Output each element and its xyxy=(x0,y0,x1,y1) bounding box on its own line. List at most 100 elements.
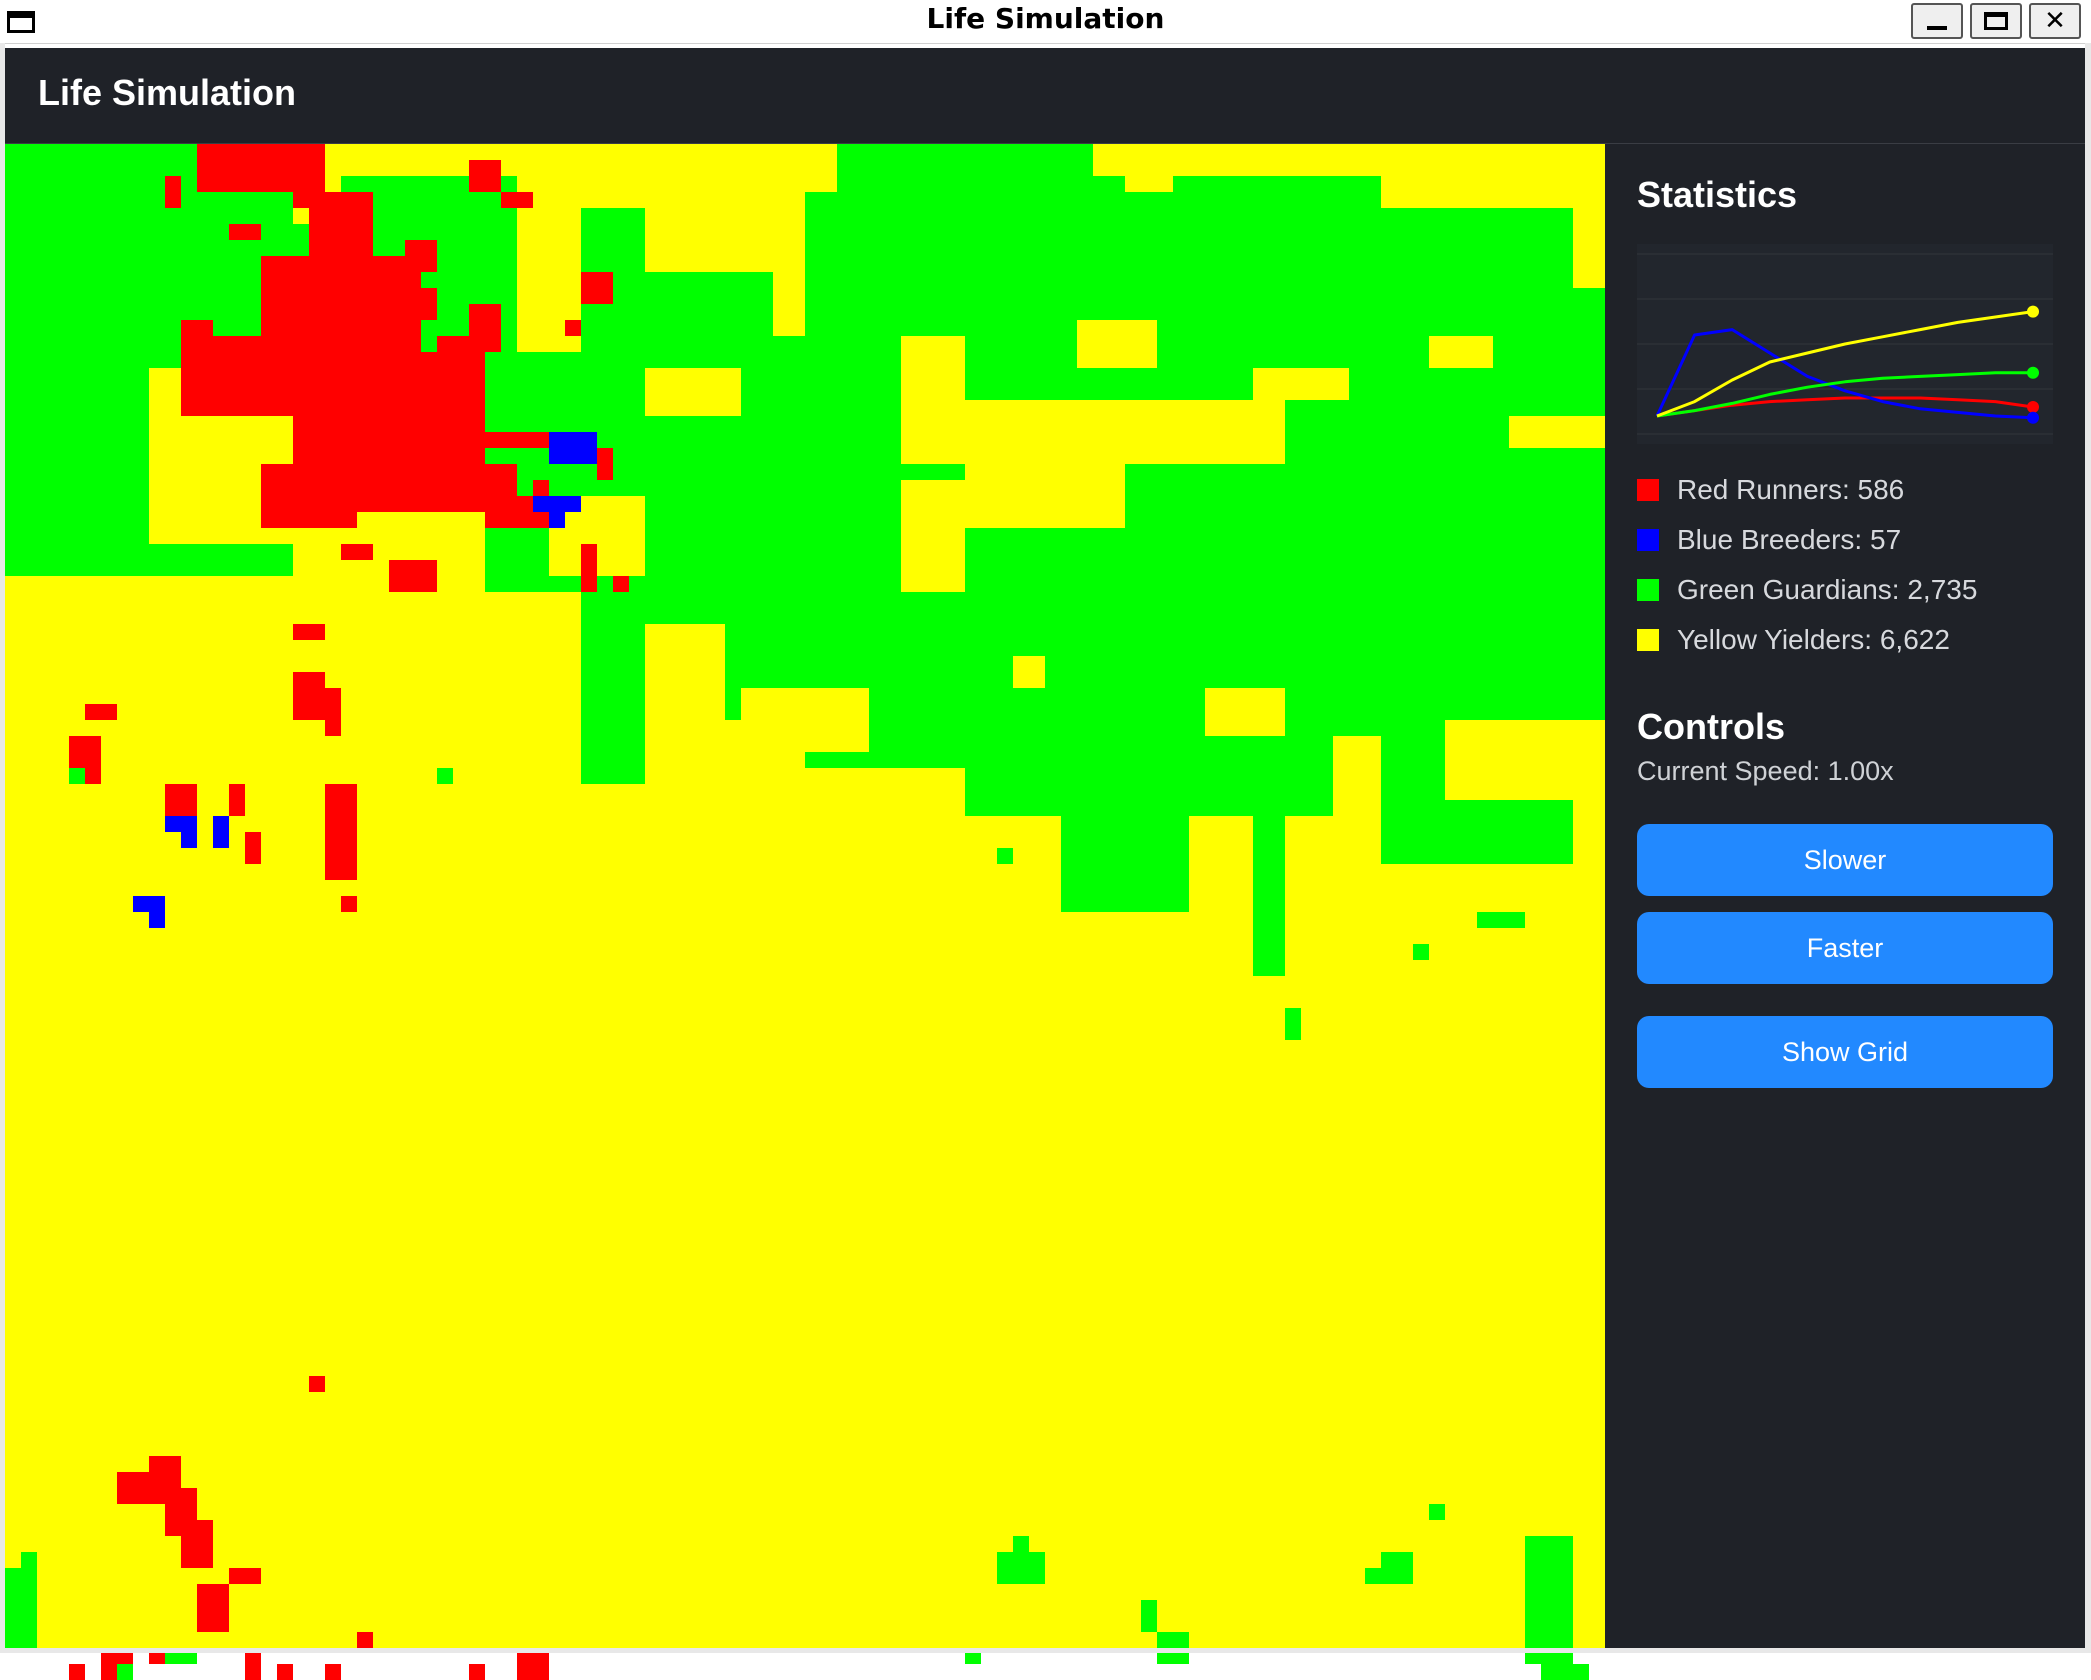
app-header: Life Simulation xyxy=(5,48,2085,144)
red-cell-cluster xyxy=(261,464,357,528)
red-cell-cluster xyxy=(469,1664,485,1680)
green-cell-cluster xyxy=(5,1568,37,1648)
blue-cell-cluster xyxy=(213,816,229,848)
series-endpoint-red-runners xyxy=(2027,401,2039,413)
maximize-icon xyxy=(1984,12,2008,30)
red-cell-cluster xyxy=(565,320,581,336)
window-titlebar: Life Simulation ✕ xyxy=(0,0,2091,44)
green-cell-cluster xyxy=(1061,816,1189,912)
green-cell-cluster xyxy=(1253,880,1285,912)
green-guardians-count: Green Guardians: 2,735 xyxy=(1677,574,1978,605)
green-cell-cluster xyxy=(1429,1504,1445,1520)
red-cell-cluster xyxy=(293,192,373,208)
sidebar: Statistics Red Runners: 586 Blue Breeder… xyxy=(1605,144,2085,1648)
green-cell-cluster xyxy=(1541,1664,1589,1680)
green-swatch xyxy=(1637,579,1659,601)
yellow-cell-cluster xyxy=(1205,688,1285,736)
blue-cell-cluster xyxy=(133,896,165,912)
green-cell-cluster xyxy=(1093,208,1573,288)
green-cell-cluster xyxy=(21,1552,37,1568)
red-cell-cluster xyxy=(293,624,325,640)
blue-cell-cluster xyxy=(181,832,197,848)
series-line-green-guardians xyxy=(1656,371,2033,418)
green-cell-cluster xyxy=(1381,1552,1413,1584)
red-cell-cluster xyxy=(613,576,629,592)
series-endpoint-yellow-yielders xyxy=(2027,305,2039,318)
series-endpoint-green-guardians xyxy=(2027,366,2039,379)
red-cell-cluster xyxy=(485,496,533,528)
red-cell-cluster xyxy=(325,688,341,736)
close-button[interactable]: ✕ xyxy=(2029,3,2081,39)
statistics-title: Statistics xyxy=(1637,174,1798,215)
yellow-cell-cluster xyxy=(421,784,533,832)
legend-green-guardians: Green Guardians: 2,735 xyxy=(1637,570,1977,610)
red-cell-cluster xyxy=(581,272,613,304)
red-swatch xyxy=(1637,479,1659,501)
simulation-grid[interactable] xyxy=(5,144,1621,1680)
window-right-border xyxy=(2085,43,2091,1653)
green-cell-cluster xyxy=(1029,704,1125,800)
red-cell-cluster xyxy=(341,544,373,560)
yellow-cell-cluster xyxy=(1333,736,1381,816)
yellow-cell-cluster xyxy=(1125,144,1173,192)
slower-button[interactable]: Slower xyxy=(1637,824,2053,896)
current-speed: Current Speed: 1.00x xyxy=(1637,756,1894,786)
green-cell-cluster xyxy=(997,848,1013,864)
red-cell-cluster xyxy=(293,672,325,720)
yellow-cell-cluster xyxy=(645,368,741,416)
green-cell-cluster xyxy=(1381,336,1605,576)
red-cell-cluster xyxy=(581,544,597,592)
minimize-button[interactable] xyxy=(1911,3,1963,39)
green-cell-cluster xyxy=(1365,1568,1381,1584)
blue-cell-cluster xyxy=(549,432,597,464)
legend-blue-breeders: Blue Breeders: 57 xyxy=(1637,520,1901,560)
population-chart xyxy=(1637,244,2053,444)
red-cell-cluster xyxy=(405,240,437,272)
yellow-cell-cluster xyxy=(1253,368,1349,400)
close-icon: ✕ xyxy=(2044,6,2066,36)
legend-red-runners: Red Runners: 586 xyxy=(1637,470,1904,510)
yellow-cell-cluster xyxy=(1413,160,1477,192)
yellow-cell-cluster xyxy=(1429,336,1493,368)
red-cell-cluster xyxy=(85,704,117,720)
blue-cell-cluster xyxy=(549,512,565,528)
minimize-icon xyxy=(1927,26,1947,30)
window-title: Life Simulation xyxy=(926,2,1165,35)
blue-cell-cluster xyxy=(165,816,197,832)
red-cell-cluster xyxy=(165,784,197,816)
window-bottom-border xyxy=(0,1648,2091,1653)
red-cell-cluster xyxy=(501,192,533,208)
app-title: Life Simulation xyxy=(38,72,297,113)
red-cell-cluster xyxy=(421,464,517,496)
green-cell-cluster xyxy=(1141,1600,1157,1632)
show-grid-button[interactable]: Show Grid xyxy=(1637,1016,2053,1088)
red-cell-cluster xyxy=(229,224,261,240)
controls-title: Controls xyxy=(1637,706,1785,747)
green-cell-cluster xyxy=(1285,1008,1301,1040)
legend-yellow-yielders: Yellow Yielders: 6,622 xyxy=(1637,620,1950,660)
yellow-cell-cluster xyxy=(789,144,837,192)
faster-button[interactable]: Faster xyxy=(1637,912,2053,984)
red-cell-cluster xyxy=(309,1376,325,1392)
red-cell-cluster xyxy=(357,1632,373,1648)
green-cell-cluster xyxy=(437,768,453,784)
red-cell-cluster xyxy=(469,160,501,192)
red-cell-cluster xyxy=(245,832,261,864)
blue-cell-cluster xyxy=(533,496,581,512)
red-cell-cluster xyxy=(309,208,373,256)
maximize-button[interactable] xyxy=(1970,3,2022,39)
green-cell-cluster xyxy=(997,1552,1045,1584)
red-cell-cluster xyxy=(325,1664,341,1680)
red-cell-cluster xyxy=(229,784,245,816)
blue-cell-cluster xyxy=(149,912,165,928)
red-cell-cluster xyxy=(597,448,613,480)
yellow-swatch xyxy=(1637,629,1659,651)
green-cell-cluster xyxy=(1525,1536,1573,1664)
yellow-yielders-count: Yellow Yielders: 6,622 xyxy=(1677,624,1950,655)
yellow-cell-cluster xyxy=(1077,320,1157,368)
red-cell-cluster xyxy=(117,1472,165,1504)
red-cell-cluster xyxy=(181,320,213,352)
green-cell-cluster xyxy=(1381,800,1573,864)
yellow-cell-cluster xyxy=(901,336,965,432)
green-cell-cluster xyxy=(1477,912,1525,928)
